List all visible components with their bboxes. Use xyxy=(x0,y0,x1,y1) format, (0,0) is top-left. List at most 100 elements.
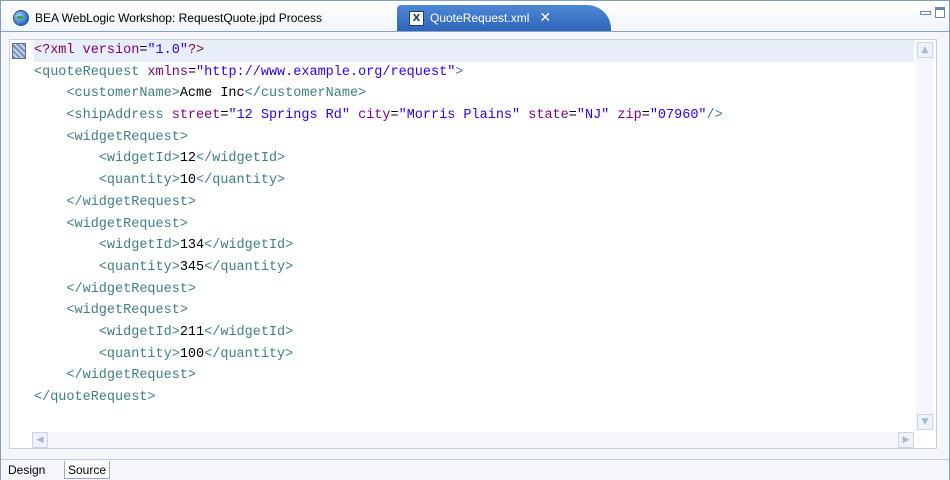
code-token-text: Acme Inc xyxy=(179,86,245,102)
code-token-val: "07960" xyxy=(649,108,707,124)
globe-icon xyxy=(13,10,29,26)
code-token-text: 10 xyxy=(179,173,197,189)
code-token-tag: <widgetRequest> xyxy=(66,216,188,232)
code-line[interactable]: </widgetRequest> xyxy=(34,365,914,387)
tab-design[interactable]: Design xyxy=(5,461,48,479)
code-line[interactable]: <widgetRequest> xyxy=(34,300,914,322)
xml-source-editor[interactable]: <?xml version="1.0"?> <quoteRequest xmlns… xyxy=(9,39,937,449)
code-token-text: = xyxy=(641,108,650,124)
code-line[interactable]: <shipAddress street = "12 Springs Rd" city… xyxy=(34,105,914,127)
code-token-tag: <quantity> xyxy=(98,173,180,189)
code-token-tag: <quantity> xyxy=(98,346,180,362)
scroll-up-icon[interactable]: ▲ xyxy=(917,42,933,58)
code-token-text: 12 xyxy=(179,151,197,167)
code-line[interactable]: <widgetId>12</widgetId> xyxy=(34,148,914,170)
editor-window: BEA WebLogic Workshop: RequestQuote.jpd … xyxy=(0,0,950,480)
code-token-tag: > xyxy=(455,64,464,80)
minimize-icon[interactable] xyxy=(920,7,931,17)
code-token-val: "Morris Plains" xyxy=(398,108,521,124)
code-token-val: "12 Springs Rd" xyxy=(228,108,350,124)
editor-view-tabs: Design Source xyxy=(1,459,949,480)
editor-gutter xyxy=(10,40,30,432)
code-token-text: = xyxy=(390,108,399,124)
code-token-pi: <?xml xyxy=(34,43,83,58)
code-token-tag: <widgetRequest> xyxy=(66,129,188,145)
code-token-text: 345 xyxy=(179,259,205,275)
code-token-tag: </widgetId> xyxy=(196,151,286,167)
code-token-text: = xyxy=(187,64,197,80)
code-token-tag: </widgetRequest> xyxy=(66,368,197,384)
code-token-tag: <quoteRequest xyxy=(34,64,148,80)
tab-label: QuoteRequest.xml xyxy=(430,11,530,25)
xml-file-icon: X xyxy=(409,10,424,26)
code-token-tag: <shipAddress xyxy=(66,108,172,124)
code-token-val: "1.0" xyxy=(147,43,188,58)
code-line[interactable]: <quoteRequest xmlns="http://www.example.… xyxy=(34,62,914,84)
code-line[interactable]: <customerName>Acme Inc</customerName> xyxy=(34,83,914,105)
code-line[interactable]: <?xml version="1.0"?> xyxy=(34,40,914,62)
scroll-down-icon[interactable]: ▼ xyxy=(917,414,933,430)
code-token-attr: city xyxy=(358,108,391,124)
code-token-tag: </quoteRequest> xyxy=(34,390,156,405)
maximize-icon[interactable] xyxy=(935,7,945,18)
code-token-val: "http://www.example.org/request" xyxy=(196,64,456,80)
code-line[interactable]: <widgetId>211</widgetId> xyxy=(34,322,914,344)
code-token-tag: </quantity> xyxy=(196,173,286,189)
vertical-scrollbar[interactable]: ▲ ▼ xyxy=(916,42,934,430)
tab-source[interactable]: Source xyxy=(64,461,111,479)
code-token-attr: zip xyxy=(617,108,642,124)
code-line[interactable]: </widgetRequest> xyxy=(34,279,914,301)
code-line[interactable]: <widgetRequest> xyxy=(34,127,914,149)
code-token-tag: <widgetRequest> xyxy=(66,303,188,319)
code-token-text: 211 xyxy=(179,324,205,340)
bookmark-marker-icon xyxy=(12,43,26,59)
code-token-tag: </widgetRequest> xyxy=(66,194,197,210)
code-token-tag: </widgetId> xyxy=(204,238,294,254)
tab-requestquote-process[interactable]: BEA WebLogic Workshop: RequestQuote.jpd … xyxy=(5,6,387,30)
code-token-tag: </widgetRequest> xyxy=(66,281,197,297)
code-token-tag: /> xyxy=(706,108,723,124)
code-line[interactable]: </widgetRequest> xyxy=(34,192,914,214)
code-line[interactable]: <quantity>100</quantity> xyxy=(34,344,914,366)
code-token-text: 134 xyxy=(179,238,205,254)
code-line[interactable]: <quantity>10</quantity> xyxy=(34,170,914,192)
code-token-pi: ?> xyxy=(187,43,205,58)
horizontal-scrollbar[interactable]: ◀ ▶ xyxy=(32,432,914,448)
close-icon[interactable]: ✕ xyxy=(539,10,551,26)
code-token-tag: <quantity> xyxy=(98,259,180,275)
code-token-attr: street xyxy=(171,108,221,124)
code-token-text: = xyxy=(568,108,577,124)
code-token-attr: state xyxy=(528,108,569,124)
code-token-tag: <widgetId> xyxy=(98,238,180,254)
scroll-left-icon[interactable]: ◀ xyxy=(32,432,48,448)
code-token-tag: <widgetId> xyxy=(98,151,180,167)
code-token-text: 100 xyxy=(179,346,205,362)
scroll-right-icon[interactable]: ▶ xyxy=(898,432,914,448)
code-token-tag: </widgetId> xyxy=(204,324,294,340)
code-token-tag: <widgetId> xyxy=(98,324,180,340)
code-line[interactable]: <widgetRequest> xyxy=(34,214,914,236)
editor-tab-bar: BEA WebLogic Workshop: RequestQuote.jpd … xyxy=(1,1,949,32)
code-token-attr: xmlns xyxy=(147,64,188,80)
code-area[interactable]: <?xml version="1.0"?> <quoteRequest xmlns… xyxy=(34,40,914,409)
tab-label: BEA WebLogic Workshop: RequestQuote.jpd … xyxy=(35,11,323,25)
tab-quoterequest-xml[interactable]: X QuoteRequest.xml ✕ xyxy=(397,5,611,31)
code-token-tag: <customerName> xyxy=(66,86,180,102)
code-line[interactable]: <quantity>345</quantity> xyxy=(34,257,914,279)
code-line[interactable]: </quoteRequest> xyxy=(34,387,914,409)
code-line[interactable]: <widgetId>134</widgetId> xyxy=(34,235,914,257)
